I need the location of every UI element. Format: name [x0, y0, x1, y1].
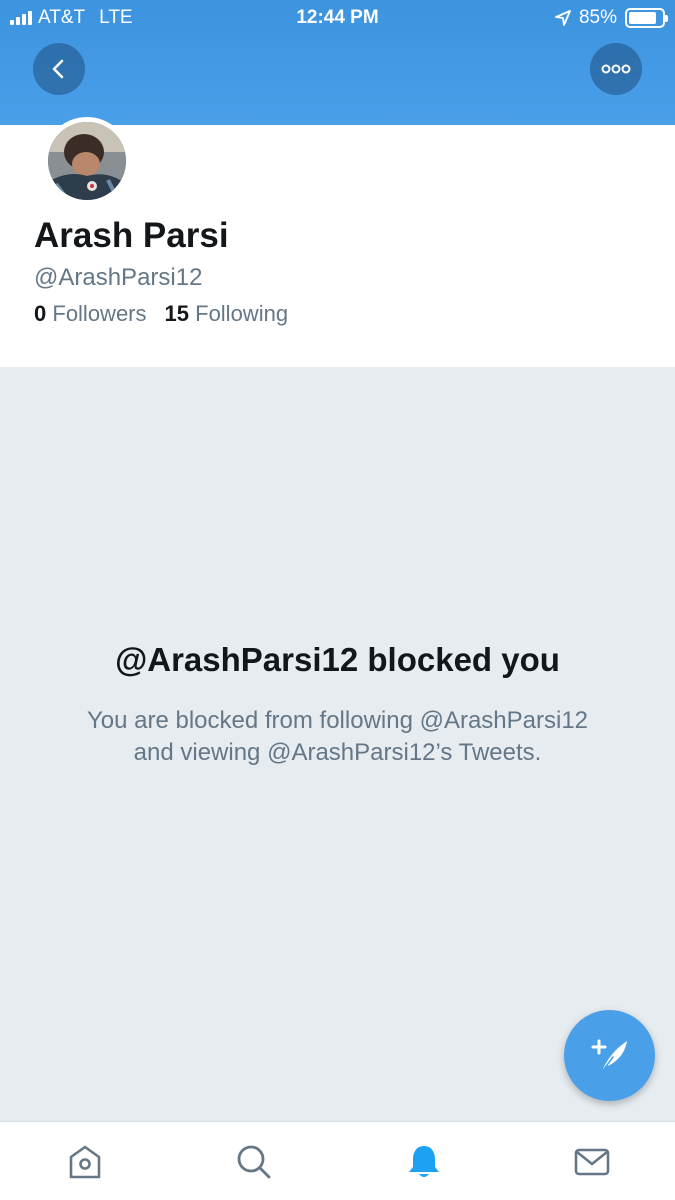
back-button[interactable] — [33, 43, 85, 95]
following-label: Following — [195, 301, 289, 326]
followers-count: 0 — [34, 301, 47, 326]
following-link[interactable]: 15 Following — [165, 301, 289, 327]
tab-search[interactable] — [234, 1142, 274, 1182]
status-right: 85% — [555, 7, 668, 29]
followers-link[interactable]: 0 Followers — [34, 301, 147, 327]
more-horizontal-icon — [601, 64, 631, 74]
compose-tweet-icon — [591, 1039, 627, 1074]
battery-icon — [625, 8, 668, 28]
avatar-image — [48, 122, 126, 200]
bell-icon — [409, 1146, 439, 1177]
following-count: 15 — [164, 301, 189, 326]
blocked-description: You are blocked from following @ArashPar… — [40, 705, 635, 769]
profile-handle: @ArashParsi12 — [34, 264, 203, 291]
profile-header: AT&T LTE 12:44 PM 85% — [0, 0, 675, 125]
tab-notifications[interactable] — [404, 1142, 444, 1182]
envelope-icon — [574, 1148, 610, 1176]
blocked-description-line-1: You are blocked from following @ArashPar… — [86, 707, 589, 734]
location-arrow-icon — [555, 10, 571, 26]
status-bar: AT&T LTE 12:44 PM 85% — [0, 0, 675, 36]
battery-percent: 85% — [578, 7, 617, 28]
blocked-title: @ArashParsi12 blocked you — [115, 641, 560, 678]
chevron-left-icon — [52, 59, 64, 79]
tab-bar — [0, 1121, 675, 1200]
battery-fill — [629, 12, 657, 24]
tab-messages[interactable] — [572, 1142, 612, 1182]
search-icon — [237, 1145, 271, 1179]
tab-home[interactable] — [65, 1142, 105, 1182]
avatar[interactable] — [43, 117, 131, 205]
profile-name: Arash Parsi — [34, 216, 229, 255]
followers-label: Followers — [52, 301, 147, 326]
blocked-notice: @ArashParsi12 blocked you You are blocke… — [0, 367, 675, 1121]
home-icon — [69, 1145, 101, 1179]
blocked-description-line-2: and viewing @ArashParsi12’s Tweets. — [133, 739, 542, 766]
compose-tweet-button[interactable] — [564, 1010, 655, 1101]
profile-stats: 0 Followers 15 Following — [34, 301, 288, 327]
more-options-button[interactable] — [590, 43, 642, 95]
